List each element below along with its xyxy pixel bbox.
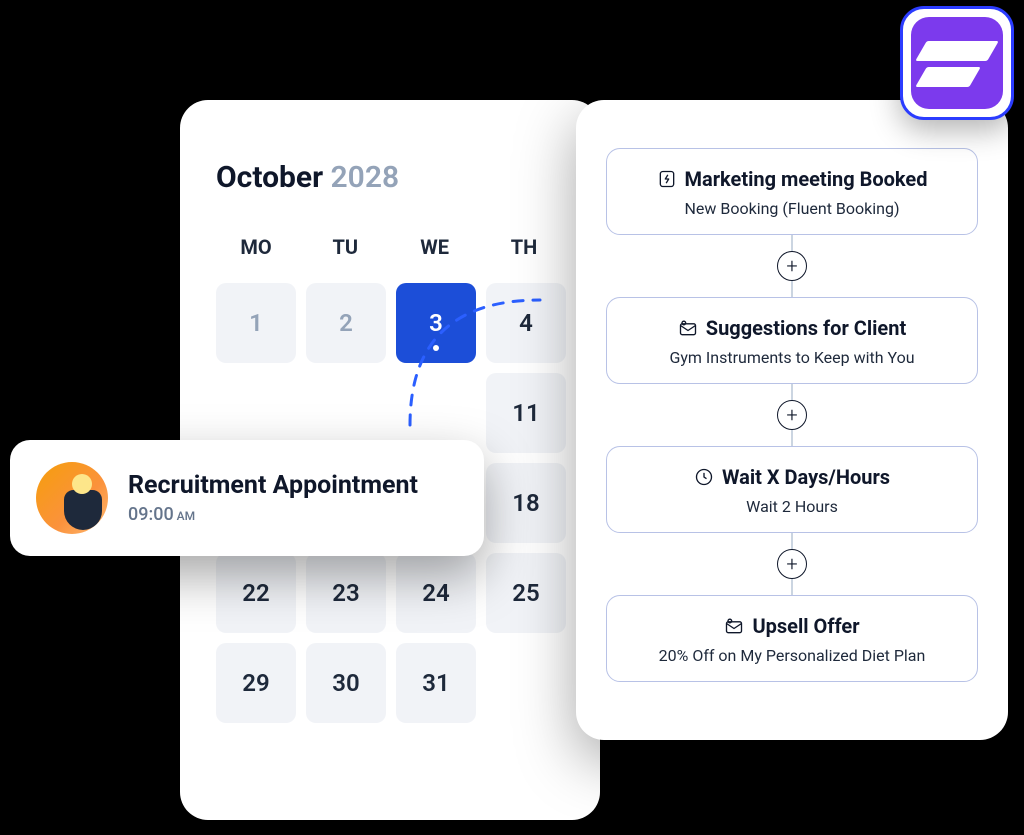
flow-step[interactable]: Suggestions for Client Gym Instruments to… [606,297,978,384]
calendar-day[interactable]: 24 [396,553,476,633]
calendar-day[interactable]: 29 [216,643,296,723]
flow-connector [791,579,793,595]
flow-step[interactable]: Upsell Offer 20% Off on My Personalized D… [606,595,978,682]
calendar-title: October 2028 [216,160,564,195]
dow-tu: TU [305,235,385,259]
flow-connector [791,235,793,251]
calendar-day-empty [486,643,566,723]
event-body: Recruitment Appointment 09:00AM [128,471,418,525]
bolt-icon [657,169,677,189]
add-step-button[interactable]: + [777,400,807,430]
app-logo-badge [900,6,1014,120]
flow-step-subtitle: Gym Instruments to Keep with You [625,348,959,367]
calendar-dow-row: MO TU WE TH [216,235,564,259]
flow-connector [791,384,793,400]
event-time: 09:00AM [128,504,418,525]
mail-icon [724,616,744,636]
calendar-day[interactable]: 2 [306,283,386,363]
calendar-month: October [216,160,323,195]
flow-step-title: Suggestions for Client [625,316,959,340]
dow-mo: MO [216,235,296,259]
flow-connector [791,533,793,549]
calendar-year: 2028 [331,160,400,195]
flow-connector [791,430,793,446]
calendar-day[interactable]: 30 [306,643,386,723]
add-step-button[interactable]: + [777,251,807,281]
dow-th: TH [484,235,564,259]
event-time-value: 09:00 [128,504,174,525]
event-card[interactable]: Recruitment Appointment 09:00AM [10,440,484,556]
app-logo-icon [911,17,1003,109]
event-title: Recruitment Appointment [128,471,418,500]
clock-icon [694,467,714,487]
calendar-day[interactable]: 18 [486,463,566,543]
automation-flow-card: Marketing meeting Booked New Booking (Flu… [576,100,1008,740]
calendar-day[interactable]: 11 [486,373,566,453]
flow-step-subtitle: New Booking (Fluent Booking) [625,199,959,218]
calendar-day[interactable]: 1 [216,283,296,363]
flow-step[interactable]: Wait X Days/Hours Wait 2 Hours [606,446,978,533]
event-time-ampm: AM [177,509,195,523]
flow-step-subtitle: 20% Off on My Personalized Diet Plan [625,646,959,665]
calendar-day[interactable]: 4 [486,283,566,363]
flow-step-title: Marketing meeting Booked [625,167,959,191]
calendar-day[interactable]: 3 [396,283,476,363]
flow-step[interactable]: Marketing meeting Booked New Booking (Flu… [606,148,978,235]
add-step-button[interactable]: + [777,549,807,579]
calendar-day[interactable]: 25 [486,553,566,633]
flow-step-title: Wait X Days/Hours [625,465,959,489]
flow-step-title: Upsell Offer [625,614,959,638]
calendar-day[interactable]: 23 [306,553,386,633]
dow-we: WE [395,235,475,259]
calendar-day[interactable]: 22 [216,553,296,633]
flow-column: Marketing meeting Booked New Booking (Flu… [606,148,978,682]
calendar-day[interactable]: 31 [396,643,476,723]
flow-connector [791,281,793,297]
mail-icon [678,318,698,338]
flow-step-subtitle: Wait 2 Hours [625,497,959,516]
avatar [36,462,108,534]
